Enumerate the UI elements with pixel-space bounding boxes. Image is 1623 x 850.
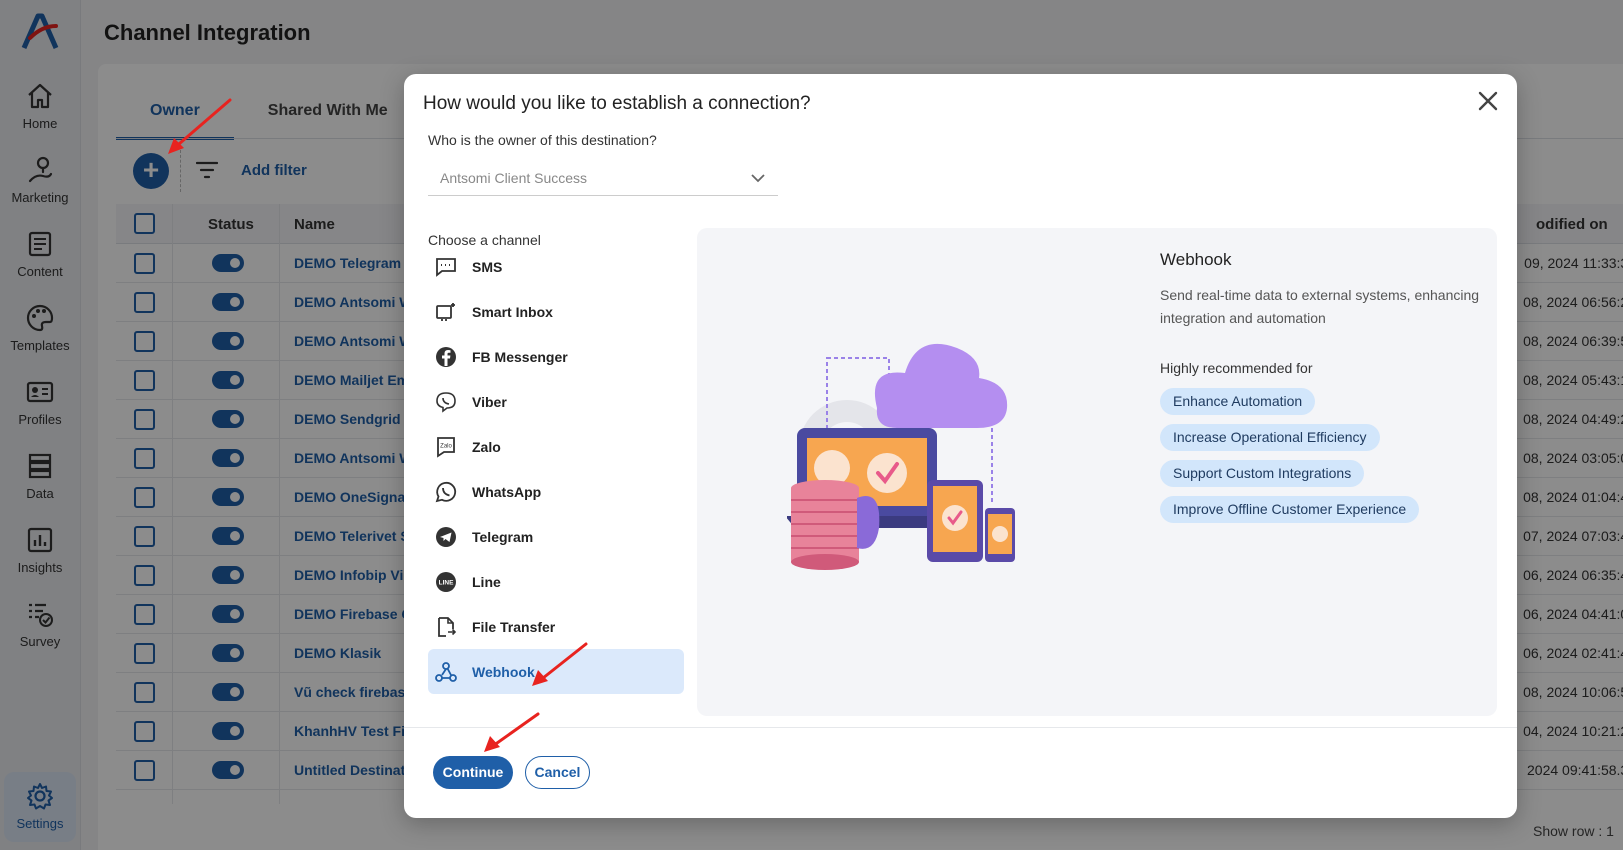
channel-line[interactable]: LINE Line — [428, 559, 684, 604]
svg-text:LINE: LINE — [439, 579, 454, 586]
channel-label-text: Zalo — [472, 438, 501, 455]
recommendation-tag: Increase Operational Efficiency — [1160, 424, 1380, 451]
channel-label-text: File Transfer — [472, 618, 556, 635]
channel-label-text: Viber — [472, 393, 507, 410]
connection-modal: How would you like to establish a connec… — [404, 74, 1517, 818]
recommended-label: Highly recommended for — [1160, 360, 1313, 376]
channel-sms[interactable]: SMS — [428, 256, 684, 289]
facebook-icon — [436, 346, 456, 367]
webhook-icon — [435, 661, 457, 682]
close-icon[interactable] — [1475, 88, 1501, 114]
smart-inbox-icon — [436, 302, 455, 321]
recommendation-tag: Support Custom Integrations — [1160, 460, 1365, 487]
modal-title: How would you like to establish a connec… — [423, 93, 811, 114]
webhook-illustration — [787, 343, 1015, 570]
channel-viber[interactable]: Viber — [428, 379, 684, 424]
channel-file-transfer[interactable]: File Transfer — [428, 604, 684, 649]
channel-detail-title: Webhook — [1160, 250, 1232, 269]
channel-telegram[interactable]: Telegram — [428, 514, 684, 559]
modal-footer-divider — [404, 727, 1517, 728]
svg-text:Zalo: Zalo — [440, 443, 452, 449]
cancel-button[interactable]: Cancel — [525, 756, 590, 789]
channel-detail-panel: Webhook Send real-time data to external … — [697, 228, 1497, 716]
channel-label-text: Telegram — [472, 528, 534, 545]
channel-label-text: FB Messenger — [472, 348, 568, 365]
whatsapp-icon — [435, 481, 457, 502]
sms-icon — [436, 257, 456, 277]
channel-label-text: WhatsApp — [472, 483, 542, 500]
channel-list: SMS Smart Inbox FB Messenger Viber Zalo … — [428, 256, 684, 786]
zalo-icon: Zalo — [437, 436, 455, 458]
file-transfer-icon — [438, 616, 457, 637]
viber-icon — [436, 391, 456, 413]
channel-detail-description: Send real-time data to external systems,… — [1160, 287, 1480, 326]
recommendation-tag: Enhance Automation — [1160, 388, 1316, 415]
recommendation-tag: Improve Offline Customer Experience — [1160, 496, 1420, 523]
channel-label-text: Smart Inbox — [472, 303, 553, 320]
chevron-down-icon — [751, 174, 765, 183]
channel-zalo[interactable]: Zalo Zalo — [428, 424, 684, 469]
owner-label: Who is the owner of this destination? — [428, 132, 657, 148]
channel-fb-messenger[interactable]: FB Messenger — [428, 334, 684, 379]
line-icon: LINE — [436, 571, 456, 592]
channel-smart-inbox[interactable]: Smart Inbox — [428, 289, 684, 334]
owner-select[interactable]: Antsomi Client Success — [428, 160, 778, 196]
channel-label: Choose a channel — [428, 232, 541, 248]
channel-label-text: SMS — [472, 258, 503, 275]
channel-whatsapp[interactable]: WhatsApp — [428, 469, 684, 514]
owner-select-value: Antsomi Client Success — [440, 170, 588, 186]
continue-button[interactable]: Continue — [433, 756, 513, 789]
telegram-icon — [436, 526, 456, 547]
channel-label-text: Webhook — [472, 663, 535, 680]
channel-label-text: Line — [472, 573, 501, 590]
channel-webhook[interactable]: Webhook — [428, 649, 684, 694]
